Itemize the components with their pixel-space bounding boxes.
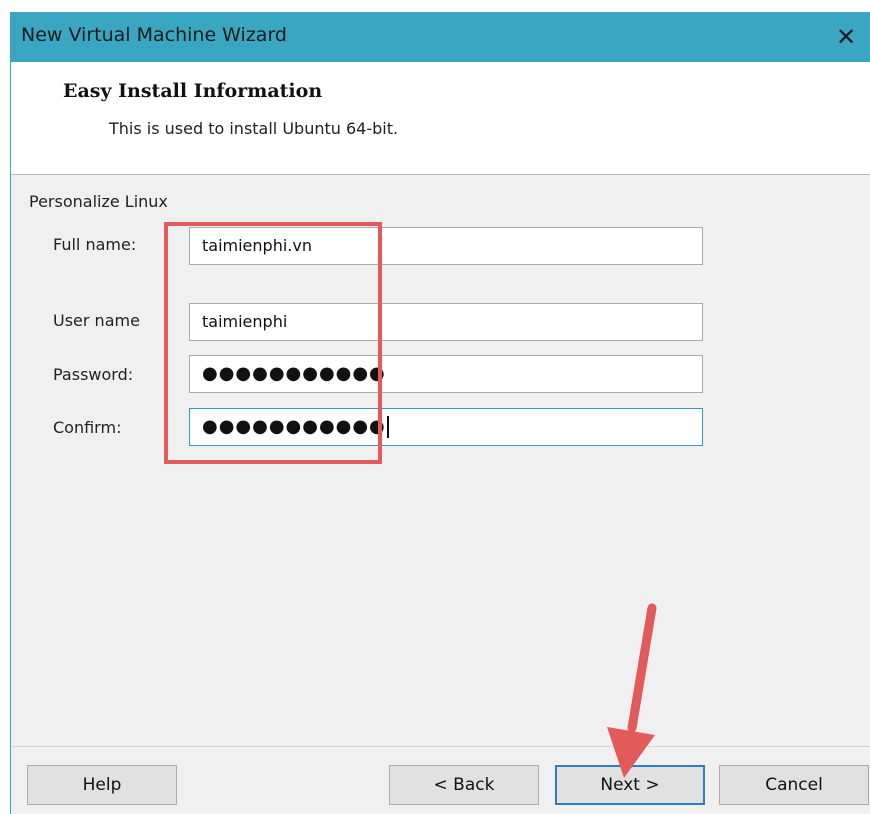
back-button[interactable]: < Back [389, 765, 539, 805]
footer-divider [11, 746, 870, 747]
text-caret [386, 416, 389, 438]
next-button[interactable]: Next > [555, 765, 705, 805]
confirm-password-value: ●●●●●●●●●●● [202, 416, 386, 437]
wizard-window: New Virtual Machine Wizard ✕ Easy Instal… [10, 12, 870, 814]
close-icon[interactable]: ✕ [829, 20, 863, 54]
help-button[interactable]: Help [27, 765, 177, 805]
user-name-value: taimienphi [202, 312, 288, 331]
password-field[interactable]: ●●●●●●●●●●● [189, 355, 703, 393]
confirm-label: Confirm: [53, 418, 122, 437]
cancel-button[interactable]: Cancel [719, 765, 869, 805]
page-subtitle: This is used to install Ubuntu 64-bit. [109, 119, 399, 138]
user-name-label: User name [53, 311, 140, 330]
page-title: Easy Install Information [63, 80, 323, 102]
password-label: Password: [53, 365, 134, 384]
confirm-password-field[interactable]: ●●●●●●●●●●● [189, 408, 703, 446]
personalize-group-label: Personalize Linux [29, 192, 168, 211]
full-name-label: Full name: [53, 235, 137, 254]
full-name-value: taimienphi.vn [202, 236, 312, 255]
wizard-header: Easy Install Information This is used to… [11, 62, 870, 175]
full-name-field[interactable]: taimienphi.vn [189, 227, 703, 265]
user-name-field[interactable]: taimienphi [189, 303, 703, 341]
window-title: New Virtual Machine Wizard [21, 24, 287, 46]
title-bar: New Virtual Machine Wizard ✕ [11, 12, 870, 62]
password-value: ●●●●●●●●●●● [202, 363, 386, 384]
